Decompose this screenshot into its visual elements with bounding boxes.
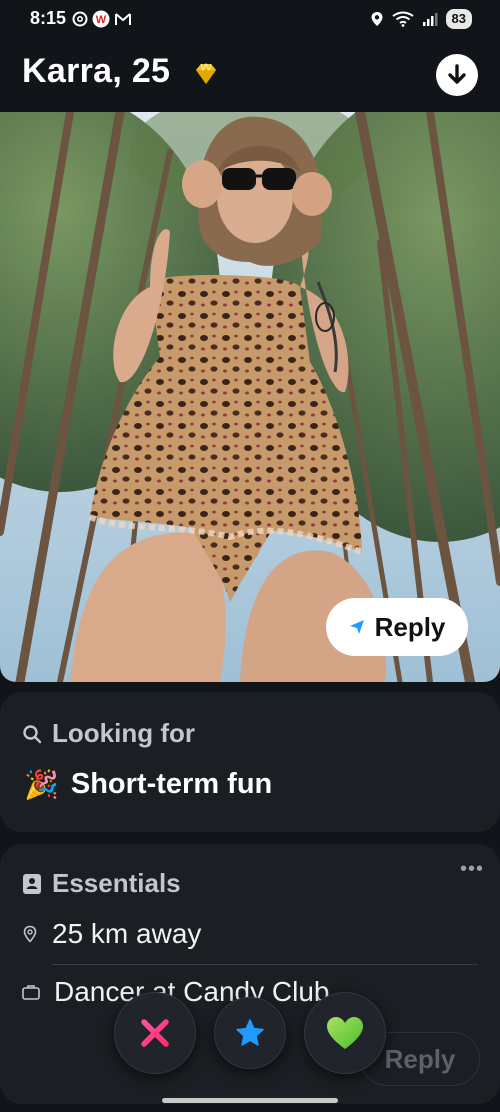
looking-for-heading: Looking for bbox=[22, 718, 195, 749]
job-text: Dancer at Candy Club bbox=[54, 976, 330, 1007]
wifi-icon bbox=[391, 11, 414, 27]
briefcase-icon bbox=[22, 985, 40, 1000]
search-icon bbox=[23, 724, 42, 743]
profile-header: Karra, 25 bbox=[0, 38, 500, 112]
photo-reply-label: Reply bbox=[374, 611, 446, 642]
looking-for-label: Looking for bbox=[52, 718, 195, 748]
id-card-icon bbox=[23, 873, 41, 894]
more-options-button[interactable]: ••• bbox=[460, 858, 484, 881]
location-icon bbox=[371, 12, 383, 26]
party-popper-icon: 🎉 bbox=[24, 769, 59, 800]
send-icon bbox=[349, 620, 364, 634]
svg-text:W: W bbox=[96, 14, 107, 26]
notification-icons: W bbox=[72, 10, 132, 28]
like-button[interactable] bbox=[304, 992, 386, 1074]
distance-row: 25 km away bbox=[22, 918, 201, 950]
threads-icon bbox=[72, 11, 88, 27]
star-icon bbox=[236, 1019, 264, 1046]
distance-text: 25 km away bbox=[52, 918, 202, 949]
battery-indicator: 83 bbox=[445, 9, 472, 29]
status-time: 8:15 bbox=[30, 8, 67, 28]
status-bar: 8:15 W 83 bbox=[0, 0, 500, 38]
divider bbox=[52, 964, 478, 965]
essentials-heading: Essentials bbox=[22, 868, 181, 899]
gold-badge-icon bbox=[196, 62, 216, 84]
profile-photo[interactable] bbox=[0, 112, 500, 682]
looking-for-value: 🎉 Short-term fun bbox=[24, 768, 272, 801]
arrow-down-icon bbox=[448, 64, 466, 84]
profile-photo-image bbox=[0, 112, 500, 682]
heart-icon bbox=[327, 1017, 363, 1049]
location-pin-icon bbox=[23, 925, 37, 943]
super-like-button[interactable] bbox=[214, 997, 286, 1069]
close-icon bbox=[141, 1019, 169, 1047]
essentials-label: Essentials bbox=[52, 868, 181, 898]
collapse-profile-button[interactable] bbox=[436, 54, 478, 96]
looking-for-text: Short-term fun bbox=[70, 768, 273, 800]
looking-for-card: Looking for 🎉 Short-term fun bbox=[0, 692, 500, 832]
nope-button[interactable] bbox=[114, 992, 196, 1074]
system-icons: 83 bbox=[370, 9, 472, 29]
photo-reply-button[interactable]: Reply bbox=[326, 598, 468, 656]
signal-icon bbox=[422, 13, 438, 26]
gmail-icon bbox=[115, 13, 131, 25]
home-indicator[interactable] bbox=[162, 1098, 338, 1103]
profile-name-age: Karra, 25 bbox=[22, 52, 171, 90]
app-notification-icon: W bbox=[92, 10, 110, 28]
